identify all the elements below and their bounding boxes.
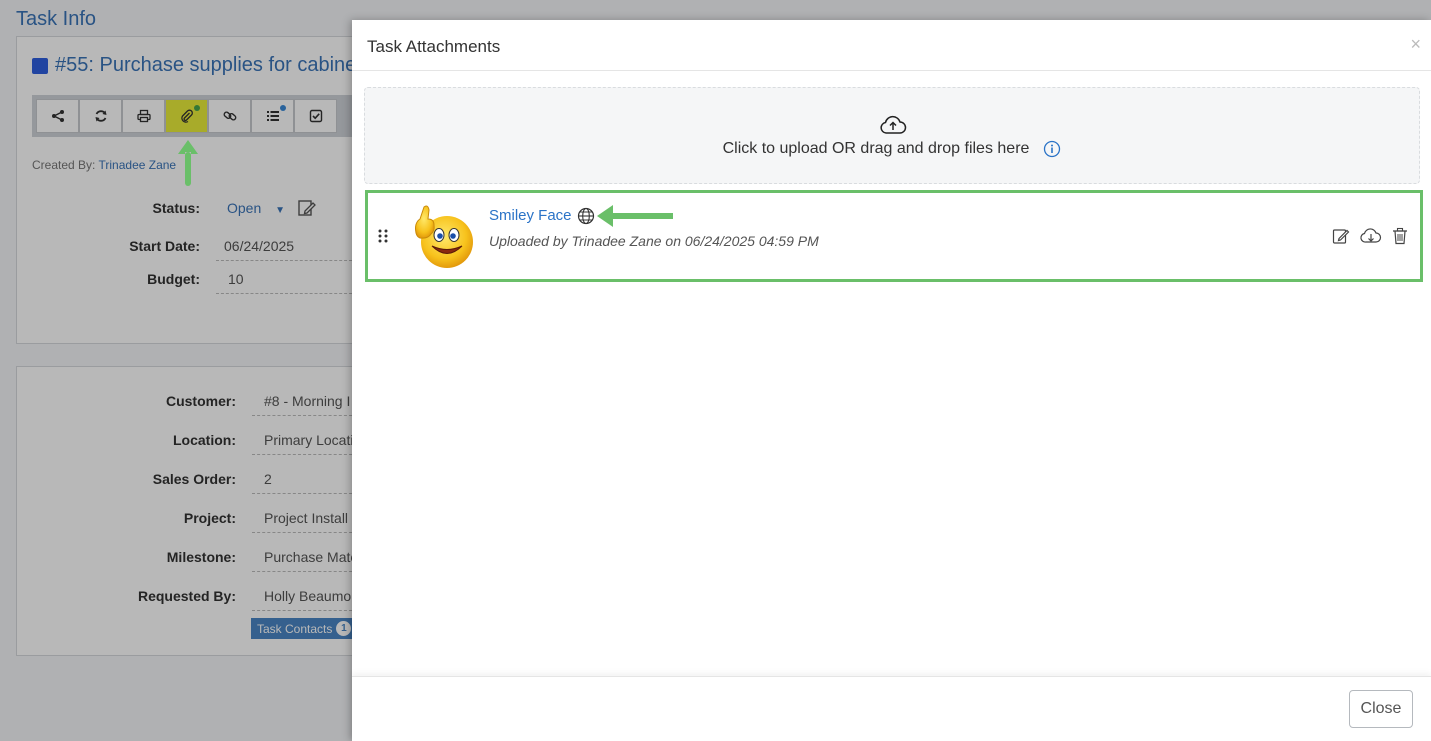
annotation-arrow-left [597, 205, 673, 227]
close-button[interactable]: Close [1349, 690, 1413, 728]
info-icon[interactable] [1043, 140, 1061, 158]
modal-footer: Close [352, 676, 1431, 741]
drag-handle-icon[interactable] [378, 229, 388, 243]
edit-icon[interactable] [1332, 227, 1350, 245]
close-icon[interactable]: × [1410, 34, 1421, 55]
attachment-thumbnail[interactable] [406, 201, 476, 271]
modal-title: Task Attachments [367, 37, 501, 56]
cloud-upload-icon [880, 115, 907, 134]
attachment-name-link[interactable]: Smiley Face [489, 207, 572, 224]
globe-icon[interactable] [577, 207, 595, 225]
attachment-item[interactable]: Smiley Face Uploaded by Trinadee Zane on… [365, 190, 1423, 282]
annotation-arrow-up [178, 140, 198, 186]
attachment-actions [1332, 227, 1408, 245]
task-attachments-modal: Task Attachments × Click to upload OR dr… [352, 20, 1431, 741]
dropzone-text: Click to upload OR drag and drop files h… [722, 140, 1030, 157]
modal-header: Task Attachments × [352, 20, 1431, 71]
attachment-upload-info: Uploaded by Trinadee Zane on 06/24/2025 … [489, 233, 819, 249]
trash-icon[interactable] [1392, 227, 1408, 245]
upload-dropzone[interactable]: Click to upload OR drag and drop files h… [364, 87, 1420, 184]
download-icon[interactable] [1360, 227, 1382, 245]
